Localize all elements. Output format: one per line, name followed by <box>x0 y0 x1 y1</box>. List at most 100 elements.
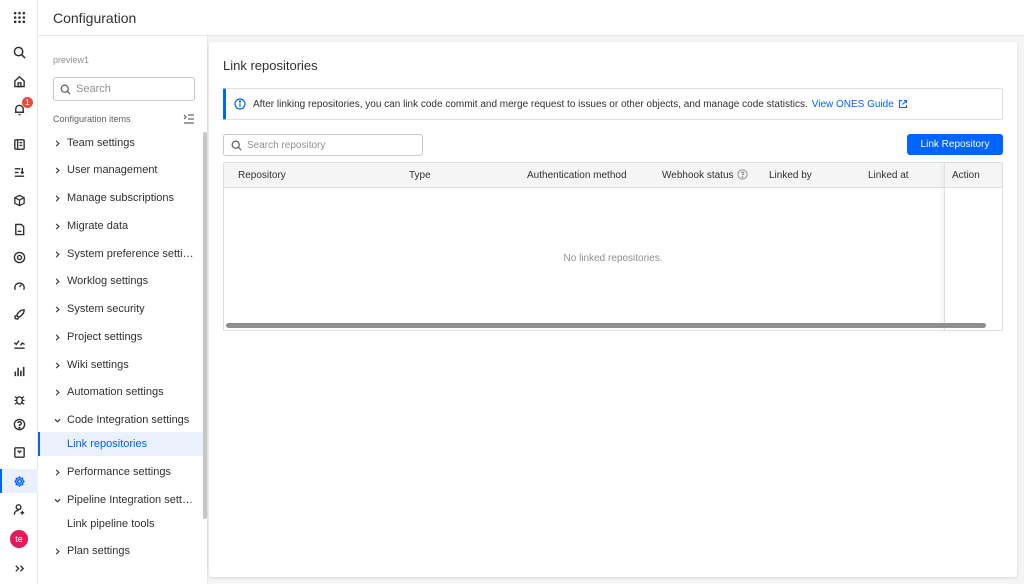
repository-search[interactable] <box>223 134 423 156</box>
sidebar-item-label: Manage subscriptions <box>67 192 175 204</box>
chevron-right-icon <box>54 547 64 555</box>
collapse-all-icon[interactable] <box>183 113 195 125</box>
chevron-right-icon <box>54 468 64 476</box>
chevron-right-icon <box>54 361 64 369</box>
team-name: preview1 <box>53 55 90 65</box>
top-header: Configuration <box>38 0 1024 36</box>
chevron-right-icon <box>54 166 64 174</box>
user-avatar[interactable]: te <box>0 527 38 551</box>
column-header-auth-method[interactable]: Authentication method <box>527 163 627 188</box>
sidebar-item-label: Worklog settings <box>67 275 149 287</box>
sidebar-item-label: System security <box>67 303 145 315</box>
chevron-right-icon <box>54 333 64 341</box>
info-text: After linking repositories, you can link… <box>253 98 808 110</box>
sidebar-subitem-label: Link pipeline tools <box>67 518 155 530</box>
link-repository-button[interactable]: Link Repository <box>907 134 1003 155</box>
sidebar-item-performance-settings[interactable]: Performance settings <box>38 460 205 484</box>
chevron-right-icon <box>54 222 64 230</box>
sidebar-item-user-management[interactable]: User management <box>38 158 205 182</box>
table-header: Repository Type Authentication method We… <box>224 163 1002 188</box>
target-icon[interactable] <box>0 245 38 269</box>
empty-state-text: No linked repositories. <box>563 253 663 264</box>
sidebar-item-worklog-settings[interactable]: Worklog settings <box>38 269 205 293</box>
sidebar-item-label: Code Integration settings <box>67 414 190 426</box>
chevron-right-icon <box>54 388 64 396</box>
chevron-right-icon <box>54 277 64 285</box>
add-user-icon[interactable] <box>0 497 38 521</box>
help-circle-icon[interactable] <box>736 165 748 180</box>
sidebar-item-plan-settings[interactable]: Plan settings <box>38 539 205 563</box>
sidebar-search-input[interactable] <box>76 83 191 95</box>
sidebar-item-label: Plan settings <box>67 545 130 557</box>
sidebar-item-label: Team settings <box>67 137 135 149</box>
sidebar-item-label: Automation settings <box>67 386 164 398</box>
panel-title: Link repositories <box>223 58 318 73</box>
avatar: te <box>10 530 28 548</box>
config-sidebar: preview1 Configuration items Team settin… <box>38 36 208 584</box>
bell-icon[interactable]: 1 <box>0 97 38 121</box>
home-icon[interactable] <box>0 69 38 93</box>
sidebar-item-label: Project settings <box>67 331 143 343</box>
sidebar-item-label: System preference settings <box>67 248 195 260</box>
cube-icon[interactable] <box>0 188 38 212</box>
column-header-repository[interactable]: Repository <box>238 163 286 188</box>
document-icon[interactable] <box>0 217 38 241</box>
sidebar-item-label: User management <box>67 164 158 176</box>
column-header-linked-at[interactable]: Linked at <box>868 163 909 188</box>
section-label: Configuration items <box>53 114 131 124</box>
search-icon <box>60 84 71 95</box>
expand-rail-icon[interactable] <box>0 556 38 580</box>
sidebar-item-team-settings[interactable]: Team settings <box>38 131 205 155</box>
apps-grid-icon[interactable] <box>0 5 38 29</box>
page-title: Configuration <box>53 10 137 26</box>
column-header-webhook-status[interactable]: Webhook status <box>662 163 748 188</box>
sidebar-scrollbar[interactable] <box>203 132 207 519</box>
sidebar-item-label: Pipeline Integration settings <box>67 494 195 506</box>
inbox-icon[interactable] <box>0 440 38 464</box>
column-header-label: Webhook status <box>662 170 734 181</box>
column-header-linked-by[interactable]: Linked by <box>769 163 812 188</box>
external-link-icon <box>898 99 908 109</box>
info-icon <box>234 98 246 110</box>
icon-rail: 1 te <box>0 0 38 584</box>
sidebar-item-label: Wiki settings <box>67 359 129 371</box>
sidebar-item-label: Migrate data <box>67 220 129 232</box>
main-panel: Link repositories After linking reposito… <box>209 42 1017 577</box>
repository-search-input[interactable] <box>247 139 417 151</box>
action-column-fixed <box>944 163 1002 330</box>
sidebar-item-wiki-settings[interactable]: Wiki settings <box>38 353 205 377</box>
info-banner: After linking repositories, you can link… <box>223 88 1003 120</box>
notification-badge: 1 <box>22 97 33 108</box>
chevron-right-icon <box>54 194 64 202</box>
bar-chart-icon[interactable] <box>0 359 38 383</box>
chevron-down-icon <box>54 497 64 504</box>
chevron-right-icon <box>54 139 64 147</box>
settings-gear-icon[interactable] <box>0 469 38 493</box>
sidebar-item-manage-subscriptions[interactable]: Manage subscriptions <box>38 186 205 210</box>
sidebar-subitem-link-repositories[interactable]: Link repositories <box>38 432 205 456</box>
search-icon <box>231 140 242 151</box>
sidebar-item-project-settings[interactable]: Project settings <box>38 325 205 349</box>
sidebar-item-migrate-data[interactable]: Migrate data <box>38 214 205 238</box>
column-header-type[interactable]: Type <box>409 163 431 188</box>
sidebar-item-code-integration[interactable]: Code Integration settings <box>38 408 205 432</box>
book-icon[interactable] <box>0 132 38 156</box>
search-icon[interactable] <box>0 40 38 64</box>
sidebar-search[interactable] <box>53 77 195 101</box>
sort-list-icon[interactable] <box>0 160 38 184</box>
chevron-right-icon <box>54 305 64 313</box>
sidebar-item-pipeline-integration[interactable]: Pipeline Integration settings <box>38 488 205 512</box>
checklist-chart-icon[interactable] <box>0 331 38 355</box>
table-horizontal-scrollbar[interactable] <box>226 323 986 328</box>
sidebar-item-system-preference[interactable]: System preference settings <box>38 242 205 266</box>
bug-icon[interactable] <box>0 387 38 411</box>
sidebar-item-automation-settings[interactable]: Automation settings <box>38 380 205 404</box>
chevron-right-icon <box>54 250 64 258</box>
help-icon[interactable] <box>0 412 38 436</box>
view-guide-link[interactable]: View ONES Guide <box>812 99 908 110</box>
rocket-icon[interactable] <box>0 302 38 326</box>
repositories-table: Repository Type Authentication method We… <box>223 162 1003 331</box>
sidebar-item-system-security[interactable]: System security <box>38 297 205 321</box>
gauge-icon[interactable] <box>0 274 38 298</box>
sidebar-subitem-link-pipeline-tools[interactable]: Link pipeline tools <box>38 512 205 536</box>
